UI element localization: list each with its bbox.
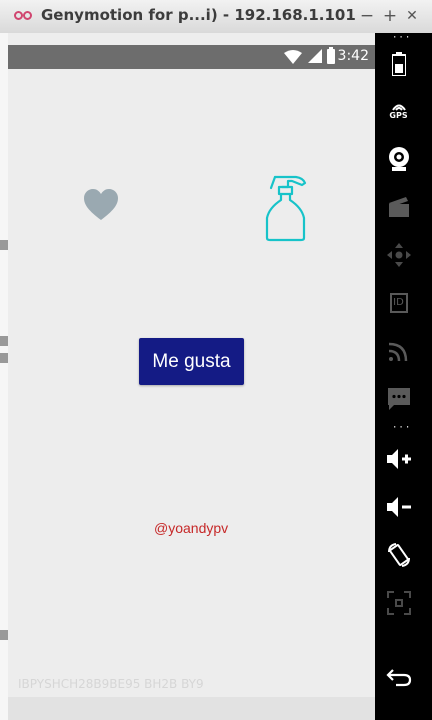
heart-icon[interactable] bbox=[84, 189, 118, 221]
faint-watermark: IBPYSHCH28B9BE95 BH2B BY9 bbox=[18, 677, 204, 691]
screen-bottom-edge bbox=[8, 697, 375, 720]
gps-label: GPS bbox=[389, 110, 408, 120]
window-titlebar: Genymotion for p...i) - 192.168.1.101 − … bbox=[0, 0, 432, 34]
wifi-icon bbox=[284, 50, 302, 64]
maximize-button[interactable]: + bbox=[380, 5, 400, 27]
desktop-edge bbox=[0, 33, 8, 720]
camera-icon[interactable] bbox=[375, 141, 422, 177]
status-time: 3:42 bbox=[337, 48, 369, 64]
window-title: Genymotion for p...i) - 192.168.1.101 bbox=[41, 6, 356, 24]
sms-icon[interactable] bbox=[375, 383, 422, 415]
id-icon[interactable]: ID bbox=[375, 287, 422, 319]
minimize-button[interactable]: − bbox=[357, 5, 377, 27]
signal-icon bbox=[308, 49, 322, 63]
close-button[interactable]: ✕ bbox=[402, 5, 422, 27]
volume-up-icon[interactable] bbox=[375, 443, 422, 475]
back-icon[interactable] bbox=[375, 661, 422, 693]
desktop-edge-right bbox=[422, 33, 432, 720]
android-statusbar: 3:42 bbox=[8, 45, 375, 69]
gps-icon[interactable]: GPS bbox=[375, 95, 422, 125]
rss-icon[interactable] bbox=[375, 335, 422, 367]
phone-screen: 3:42 Me gusta @yoandypv IBPYSHCH28B9BE95… bbox=[8, 33, 375, 697]
toolbar-dots-2: ··· bbox=[392, 423, 412, 433]
dpad-icon[interactable] bbox=[375, 239, 422, 271]
clapperboard-icon[interactable] bbox=[375, 191, 422, 223]
battery-status-icon bbox=[327, 47, 335, 64]
spray-bottle-icon[interactable] bbox=[262, 174, 308, 242]
toolbar-dots: ··· bbox=[392, 33, 412, 43]
author-handle: @yoandypv bbox=[154, 520, 229, 536]
genymotion-logo-icon bbox=[14, 8, 34, 24]
resize-icon[interactable] bbox=[375, 587, 422, 619]
volume-down-icon[interactable] bbox=[375, 491, 422, 523]
like-button[interactable]: Me gusta bbox=[139, 338, 244, 385]
rotate-icon[interactable] bbox=[375, 539, 422, 571]
battery-icon[interactable] bbox=[375, 49, 422, 79]
